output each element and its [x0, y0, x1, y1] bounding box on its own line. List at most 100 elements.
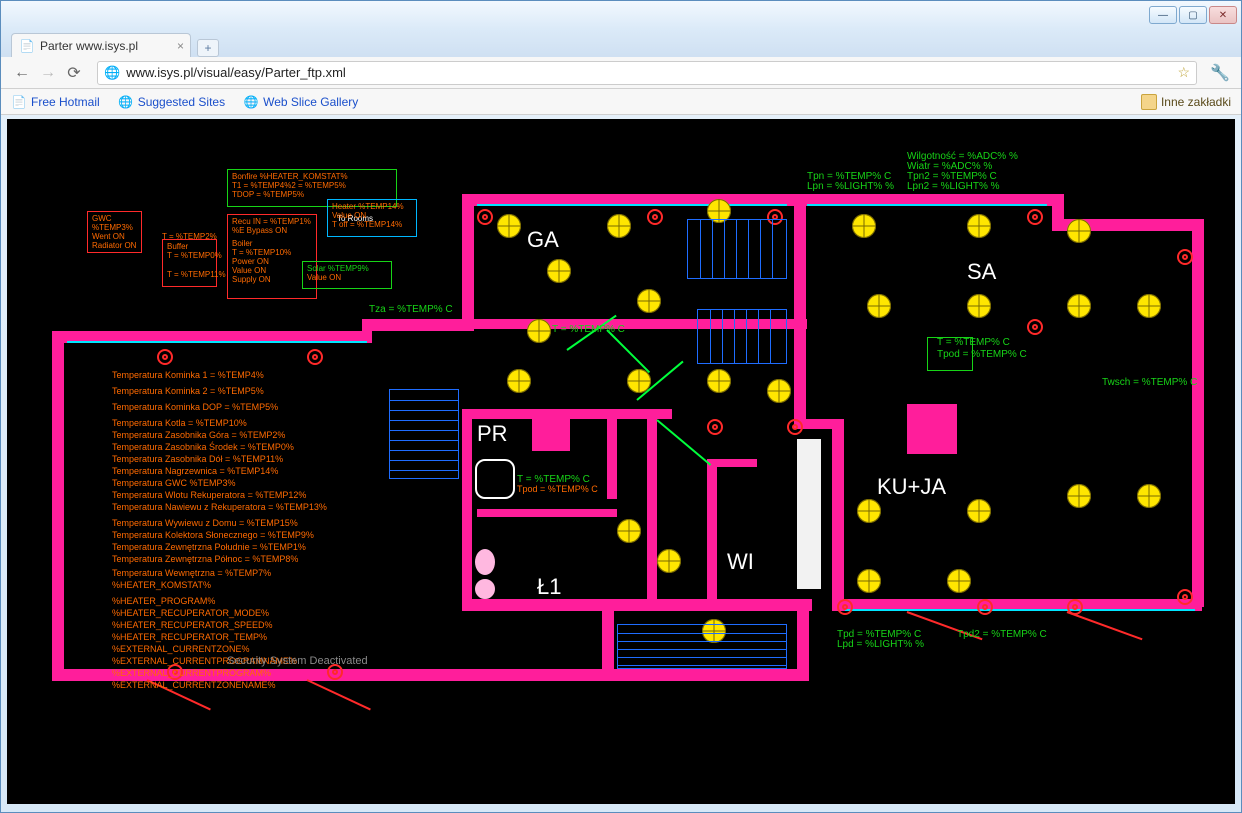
light-icon[interactable]: [617, 519, 641, 543]
fixture-icon: [907, 404, 957, 454]
t-reading: T = %TEMP% C: [937, 337, 1010, 348]
reload-button[interactable]: ⟳: [61, 60, 87, 86]
room-label-pr: PR: [477, 421, 508, 447]
wall-accent: [845, 609, 1195, 611]
maximize-button[interactable]: ▢: [1179, 6, 1207, 24]
sink-icon: [475, 579, 495, 599]
floor-plan[interactable]: GA SA PR Ł1 WI KU+JA: [7, 119, 1235, 804]
lpd-reading: Lpd = %LIGHT% %: [837, 639, 924, 650]
sensor-icon[interactable]: [837, 599, 853, 615]
stairs-icon: [687, 219, 787, 279]
sensor-icon[interactable]: [977, 599, 993, 615]
toilet-icon: [799, 549, 821, 577]
light-icon[interactable]: [607, 214, 631, 238]
back-button[interactable]: ←: [9, 60, 35, 86]
t-reading: T = %TEMP% C: [552, 324, 625, 335]
new-tab-button[interactable]: +: [197, 39, 219, 57]
titlebar: — ▢ ✕: [1, 1, 1241, 29]
light-icon[interactable]: [1137, 484, 1161, 508]
browser-tab[interactable]: 📄 Parter www.isys.pl ×: [11, 33, 191, 57]
light-icon[interactable]: [1067, 484, 1091, 508]
appliance-icon: [475, 459, 515, 499]
light-icon[interactable]: [527, 319, 551, 343]
light-icon[interactable]: [967, 214, 991, 238]
light-icon[interactable]: [1137, 294, 1161, 318]
buffer-panel[interactable]: Buffer T = %TEMP0% T = %TEMP11%: [162, 239, 217, 287]
wall: [52, 331, 64, 679]
tab-close-icon[interactable]: ×: [177, 39, 184, 53]
bookmark-star-icon[interactable]: ☆: [1177, 64, 1190, 81]
browser-toolbar: ← → ⟳ 🌐 www.isys.pl/visual/easy/Parter_f…: [1, 57, 1241, 89]
page-viewport: GA SA PR Ł1 WI KU+JA: [7, 119, 1235, 804]
light-icon[interactable]: [497, 214, 521, 238]
sensor-icon[interactable]: [707, 419, 723, 435]
address-bar[interactable]: 🌐 www.isys.pl/visual/easy/Parter_ftp.xml…: [97, 61, 1197, 85]
light-icon[interactable]: [857, 499, 881, 523]
door-icon: [1067, 611, 1143, 640]
wall-accent: [807, 204, 1047, 206]
sink-icon: [799, 519, 821, 541]
light-icon[interactable]: [1067, 219, 1091, 243]
close-button[interactable]: ✕: [1209, 6, 1237, 24]
stairs-icon: [617, 624, 787, 669]
bookmark-free-hotmail[interactable]: 📄Free Hotmail: [11, 94, 100, 110]
light-icon[interactable]: [707, 369, 731, 393]
tab-strip: 📄 Parter www.isys.pl × +: [1, 29, 1241, 57]
light-icon[interactable]: [967, 294, 991, 318]
light-icon[interactable]: [1067, 294, 1091, 318]
light-icon[interactable]: [547, 259, 571, 283]
light-icon[interactable]: [857, 569, 881, 593]
door-icon: [606, 329, 650, 373]
light-icon[interactable]: [767, 379, 791, 403]
sensor-icon[interactable]: [157, 349, 173, 365]
forward-button[interactable]: →: [35, 60, 61, 86]
light-icon[interactable]: [867, 294, 891, 318]
light-icon[interactable]: [852, 214, 876, 238]
wall: [647, 409, 657, 609]
twsch-reading: Twsch = %TEMP% C: [1102, 377, 1197, 388]
sensor-icon[interactable]: [787, 419, 803, 435]
sensor-icon[interactable]: [1027, 209, 1043, 225]
wall: [362, 319, 474, 331]
settings-wrench-icon[interactable]: 🔧: [1207, 60, 1233, 86]
sensor-icon[interactable]: [1177, 589, 1193, 605]
light-icon[interactable]: [637, 289, 661, 313]
wall: [1192, 219, 1204, 607]
heater14-panel[interactable]: Heater %TEMP14% Value ON T off = %TEMP14…: [327, 199, 417, 237]
window-frame: — ▢ ✕ 📄 Parter www.isys.pl × + ← → ⟳ 🌐 w…: [0, 0, 1242, 813]
bookmark-suggested-sites[interactable]: 🌐Suggested Sites: [118, 94, 225, 110]
wall: [707, 459, 757, 467]
sensor-icon[interactable]: [647, 209, 663, 225]
wall: [602, 599, 614, 679]
wall: [832, 419, 844, 611]
other-bookmarks-folder[interactable]: Inne zakładki: [1141, 94, 1231, 110]
globe-icon: 🌐: [104, 65, 120, 81]
wall: [462, 409, 672, 419]
minimize-button[interactable]: —: [1149, 6, 1177, 24]
tza-reading: Tza = %TEMP% C: [369, 304, 453, 315]
wall: [607, 409, 617, 499]
sensor-icon[interactable]: [1177, 249, 1193, 265]
t-temp2: T = %TEMP2%: [162, 232, 217, 241]
light-icon[interactable]: [507, 369, 531, 393]
light-icon[interactable]: [967, 499, 991, 523]
lpn2-reading: Lpn2 = %LIGHT% %: [907, 181, 1000, 192]
bookmark-web-slice[interactable]: 🌐Web Slice Gallery: [243, 94, 358, 110]
room-label-ku: KU+JA: [877, 474, 946, 500]
sensor-icon[interactable]: [307, 349, 323, 365]
tpod-reading: Tpod = %TEMP% C: [517, 484, 598, 494]
wall: [794, 204, 806, 429]
room-label-wi: WI: [727, 549, 754, 575]
room-label-l1: Ł1: [537, 574, 561, 600]
light-icon[interactable]: [657, 549, 681, 573]
wall: [602, 669, 807, 681]
page-icon: 📄: [20, 39, 34, 53]
solar-panel[interactable]: Solar %TEMP9% Value ON: [302, 261, 392, 289]
gwc-panel[interactable]: GWC %TEMP3% Went ON Radiator ON: [87, 211, 142, 253]
sensor-icon[interactable]: [1027, 319, 1043, 335]
light-icon[interactable]: [947, 569, 971, 593]
ie-icon: 🌐: [243, 94, 259, 110]
door-icon: [656, 419, 711, 466]
sensor-icon[interactable]: [477, 209, 493, 225]
fixture-icon: [532, 419, 570, 451]
